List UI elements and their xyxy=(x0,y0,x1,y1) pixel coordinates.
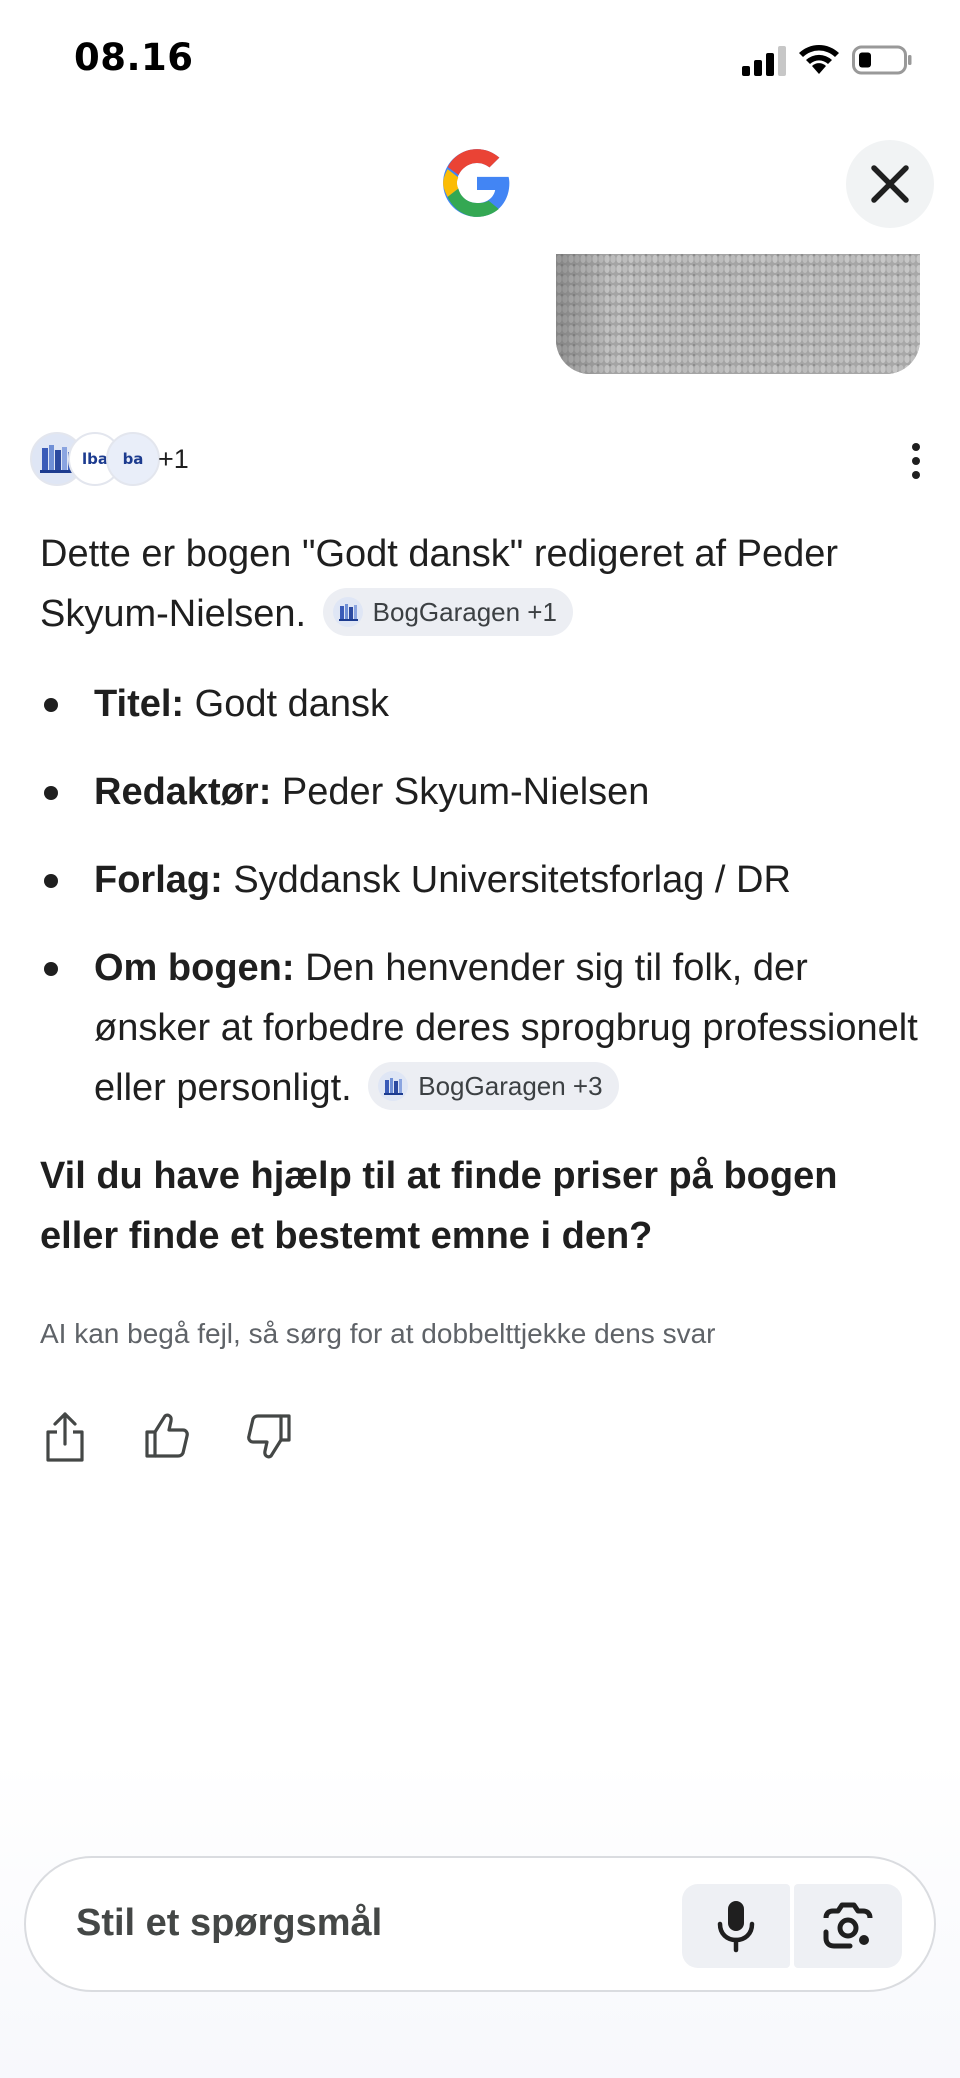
microphone-icon xyxy=(717,1901,755,1953)
feedback-actions xyxy=(40,1408,340,1468)
fact-label: Om bogen: xyxy=(94,947,295,989)
thumbs-down-icon[interactable] xyxy=(244,1408,294,1464)
fact-label: Forlag: xyxy=(94,859,223,901)
more-vert-icon[interactable] xyxy=(896,434,936,488)
list-item: Titel: Godt dansk xyxy=(40,674,920,734)
fact-value: Godt dansk xyxy=(184,683,389,725)
status-time: 08.16 xyxy=(74,36,194,79)
fact-value: Syddansk Universitetsforlag / DR xyxy=(222,859,791,901)
ask-input-placeholder[interactable]: Stil et spørgsmål xyxy=(76,1902,382,1945)
status-bar: 08.16 xyxy=(0,0,960,120)
share-icon[interactable] xyxy=(40,1408,90,1464)
voice-search-button[interactable] xyxy=(682,1884,790,1968)
source-chip[interactable]: BogGaragen +1 xyxy=(322,587,573,636)
ai-answer: Dette er bogen "Godt dansk" redigeret af… xyxy=(40,524,920,1350)
ai-disclaimer: AI kan begå fejl, så sørg for at dobbelt… xyxy=(40,1318,716,1349)
cellular-signal-icon xyxy=(742,46,786,76)
google-lens-button[interactable] xyxy=(794,1884,902,1968)
sources-row[interactable]: lba ba +1 xyxy=(30,432,920,486)
battery-low-icon xyxy=(852,45,912,75)
bookshelf-icon xyxy=(378,1070,409,1101)
source-chip[interactable]: BogGaragen +3 xyxy=(368,1061,619,1110)
list-item: Redaktør: Peder Skyum-Nielsen xyxy=(40,762,920,822)
list-item: Om bogen: Den henvender sig til folk, de… xyxy=(40,938,920,1118)
bookshelf-icon xyxy=(332,596,363,627)
source-chip-label: BogGaragen +1 xyxy=(372,596,557,627)
google-lens-icon xyxy=(823,1902,873,1949)
fact-label: Redaktør: xyxy=(94,771,272,813)
answer-intro: Dette er bogen "Godt dansk" redigeret af… xyxy=(40,524,920,644)
close-button[interactable] xyxy=(846,140,934,228)
ask-bar[interactable]: Stil et spørgsmål xyxy=(24,1856,936,1992)
source-favicon-3[interactable]: ba xyxy=(106,432,160,486)
fact-value: Peder Skyum-Nielsen xyxy=(271,771,650,813)
thumbs-up-icon[interactable] xyxy=(142,1408,192,1464)
facts-list: Titel: Godt dansk Redaktør: Peder Skyum-… xyxy=(40,674,920,1118)
source-chip-label: BogGaragen +3 xyxy=(418,1070,603,1101)
source-more-count[interactable]: +1 xyxy=(158,444,189,475)
fact-label: Titel: xyxy=(94,683,185,725)
follow-up-question: Vil du have hjælp til at finde priser på… xyxy=(40,1155,838,1257)
list-item: Forlag: Syddansk Universitetsforlag / DR xyxy=(40,850,920,910)
wifi-icon xyxy=(799,45,839,74)
close-icon xyxy=(871,165,909,203)
google-g-logo xyxy=(443,149,510,217)
query-image-thumbnail[interactable] xyxy=(556,254,920,374)
